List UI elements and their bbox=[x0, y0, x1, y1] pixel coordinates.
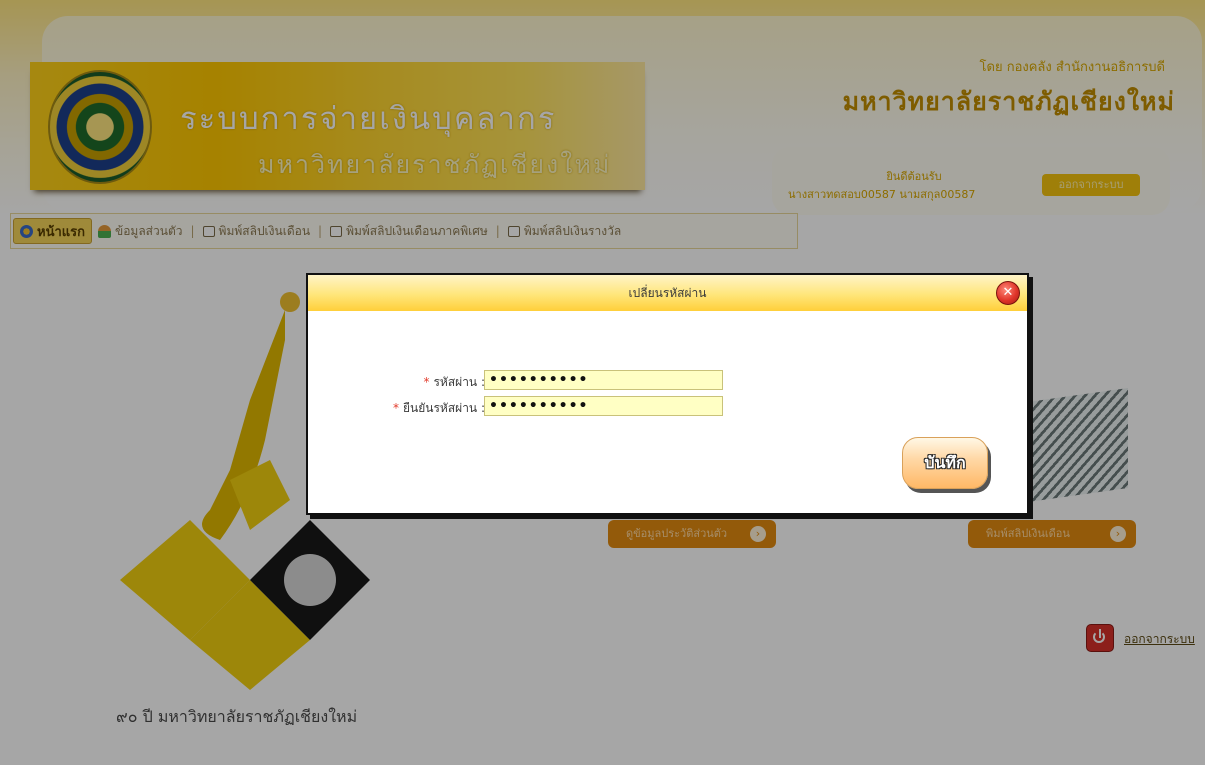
confirm-password-label-text: ยืนยันรหัสผ่าน : bbox=[403, 401, 485, 415]
password-label: * รหัสผ่าน : bbox=[423, 373, 485, 392]
confirm-password-input[interactable] bbox=[484, 396, 723, 416]
change-password-dialog: เปลี่ยนรหัสผ่าน ✕ *รหัสผ่าน : *ยืนยันรหั… bbox=[306, 273, 1029, 515]
confirm-password-label: * ยืนยันรหัสผ่าน : bbox=[393, 399, 485, 418]
close-icon[interactable]: ✕ bbox=[996, 281, 1020, 305]
password-input[interactable] bbox=[484, 370, 723, 390]
required-mark: * bbox=[423, 375, 430, 389]
required-mark: * bbox=[393, 401, 400, 415]
confirm-password-row: * ยืนยันรหัสผ่าน : bbox=[308, 396, 1027, 420]
save-button[interactable]: บันทึก bbox=[902, 437, 988, 489]
dialog-title: เปลี่ยนรหัสผ่าน bbox=[308, 275, 1027, 311]
password-row: * รหัสผ่าน : bbox=[308, 370, 1027, 394]
password-label-text: รหัสผ่าน : bbox=[433, 375, 485, 389]
